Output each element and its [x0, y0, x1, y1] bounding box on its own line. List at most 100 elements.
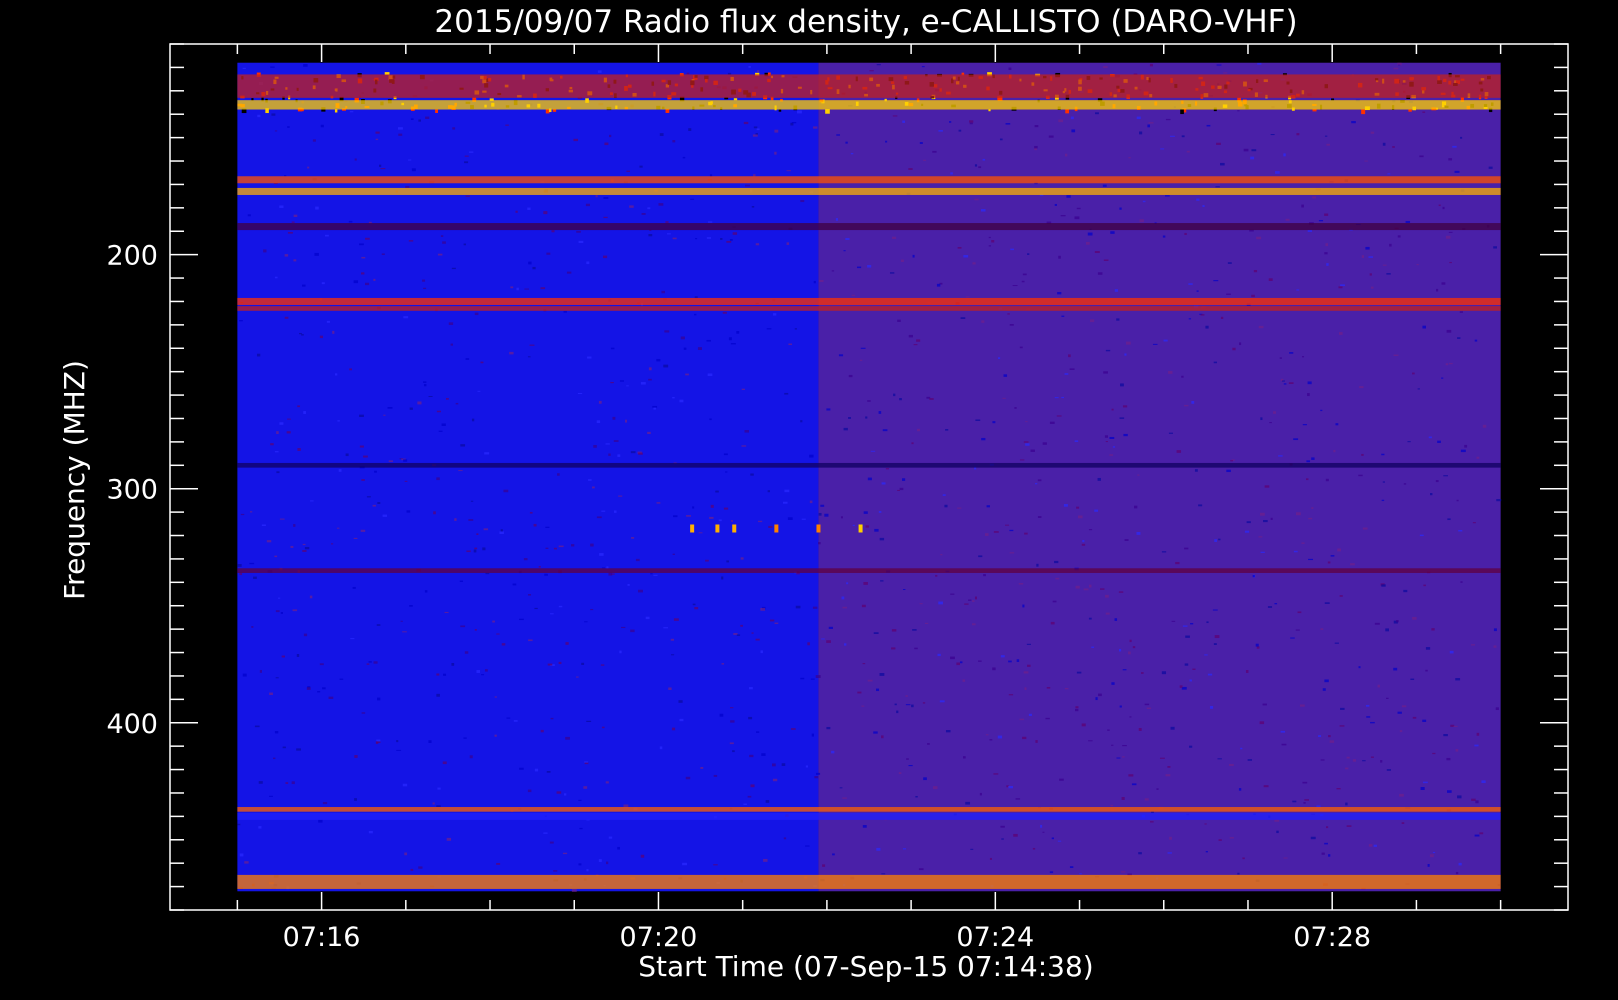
spectrogram-texture — [540, 287, 546, 290]
spectrogram-texture — [1370, 286, 1374, 289]
spectrogram-texture — [1023, 671, 1029, 674]
spectrogram-texture — [1120, 871, 1126, 873]
spectrogram-texture — [1008, 67, 1012, 71]
spectrogram-texture — [1448, 158, 1453, 161]
spectrogram-texture — [1320, 759, 1325, 761]
spectrogram-texture — [911, 704, 914, 708]
spectrogram-texture — [396, 740, 399, 743]
spectrogram-texture — [1014, 407, 1017, 409]
spectrogram-texture — [465, 358, 470, 360]
spectrogram-texture — [361, 712, 366, 714]
spectrogram-texture — [1407, 441, 1411, 443]
spectrogram-texture — [424, 590, 428, 593]
spectrogram-texture — [549, 841, 554, 844]
spectrogram-texture — [867, 400, 871, 402]
spectrogram-texture — [876, 847, 881, 851]
spectrogram-texture — [1335, 423, 1339, 426]
spectrogram-texture — [812, 606, 818, 609]
spectrogram-texture — [816, 772, 821, 775]
spectrogram-texture — [544, 573, 548, 576]
spectrogram-texture — [1060, 215, 1066, 217]
spectrogram-texture — [284, 254, 289, 257]
spectrogram-texture — [608, 836, 613, 839]
spectrogram-texture — [750, 784, 755, 788]
spectrogram-texture — [274, 451, 279, 453]
spectrogram-texture — [970, 848, 974, 850]
spectrogram-texture — [576, 230, 581, 233]
spectrogram-texture — [1050, 621, 1055, 625]
spectrogram-texture — [902, 848, 907, 850]
spectrogram-texture — [958, 129, 962, 132]
spectrogram-texture — [919, 142, 923, 144]
spectrogram-texture — [800, 200, 805, 203]
spectrogram-texture — [410, 118, 414, 120]
spectrogram-texture — [1111, 408, 1114, 411]
spectrogram-texture — [768, 525, 773, 528]
spectrogram-texture — [707, 221, 713, 223]
spectrogram-texture — [1275, 171, 1280, 174]
spectrogram-texture — [1449, 362, 1453, 365]
spectrogram-texture — [870, 450, 876, 452]
spectrogram-texture — [752, 134, 758, 137]
spectrogram-texture — [1460, 136, 1463, 139]
spectrogram-texture — [1304, 799, 1309, 801]
spectrogram-texture — [1482, 424, 1487, 428]
spectrogram-texture — [626, 385, 629, 387]
spectrogram-texture — [302, 284, 306, 287]
spectrogram-texture — [956, 662, 961, 666]
spectrogram-texture — [1216, 142, 1221, 145]
spectrogram-texture — [863, 511, 868, 514]
spectrogram-texture — [437, 253, 443, 256]
spectrogram-texture — [291, 221, 295, 223]
spectrogram-texture — [685, 776, 691, 780]
spectrogram-texture — [1015, 798, 1021, 800]
spectrogram-texture — [547, 663, 553, 666]
spectrogram-texture — [588, 479, 592, 481]
spectrogram-texture — [590, 543, 594, 547]
spectrogram-texture — [1088, 740, 1093, 742]
spectrogram-texture — [551, 230, 555, 233]
spectrogram-texture — [273, 757, 276, 760]
spectrogram-texture — [846, 582, 849, 585]
spectrogram-texture — [586, 720, 592, 722]
spectrogram-texture — [988, 245, 992, 247]
spectrogram-texture — [1097, 272, 1103, 275]
spectrogram-texture — [1339, 595, 1343, 597]
spectrogram-texture — [1419, 534, 1424, 537]
spectrogram-texture — [922, 702, 926, 704]
spectrogram-texture — [814, 776, 819, 779]
spectrogram-texture — [831, 750, 835, 754]
spectrogram-texture — [683, 347, 687, 350]
spectrogram-texture — [1334, 642, 1339, 644]
spectrogram-texture — [1281, 380, 1285, 382]
spectrogram-texture — [244, 861, 249, 864]
spectrogram-texture — [322, 687, 326, 690]
spectrogram-texture — [1295, 512, 1301, 516]
spectrogram-texture — [640, 854, 645, 858]
spectrogram-texture — [1095, 697, 1098, 701]
spectrogram-texture — [1137, 474, 1140, 476]
spectrogram-texture — [756, 731, 760, 733]
spectrogram-texture — [1230, 460, 1234, 462]
spectrogram-texture — [1301, 542, 1305, 544]
spectrogram-texture — [1091, 646, 1095, 648]
spectrogram-texture — [1288, 382, 1294, 384]
spectrogram-texture — [470, 500, 474, 502]
spectrogram-texture — [743, 121, 749, 125]
spectrogram-texture — [965, 296, 970, 298]
spectrogram-texture — [275, 677, 279, 679]
spectrogram-texture — [1255, 643, 1259, 647]
spectrogram-texture — [319, 335, 323, 339]
spectrogram-texture — [1035, 740, 1038, 743]
spectrogram-texture — [1397, 235, 1401, 238]
spectrogram-texture — [374, 470, 377, 473]
spectrogram-texture — [377, 697, 381, 701]
spectrogram-texture — [1045, 717, 1050, 720]
spectrogram-texture — [842, 606, 848, 609]
spectrogram-texture — [1386, 697, 1389, 699]
spectrogram-texture — [605, 781, 609, 784]
spectrogram-texture — [1056, 415, 1062, 417]
spectrogram-texture — [1362, 760, 1366, 762]
spectrogram-texture — [1278, 455, 1283, 457]
spectrogram-texture — [1455, 871, 1459, 875]
